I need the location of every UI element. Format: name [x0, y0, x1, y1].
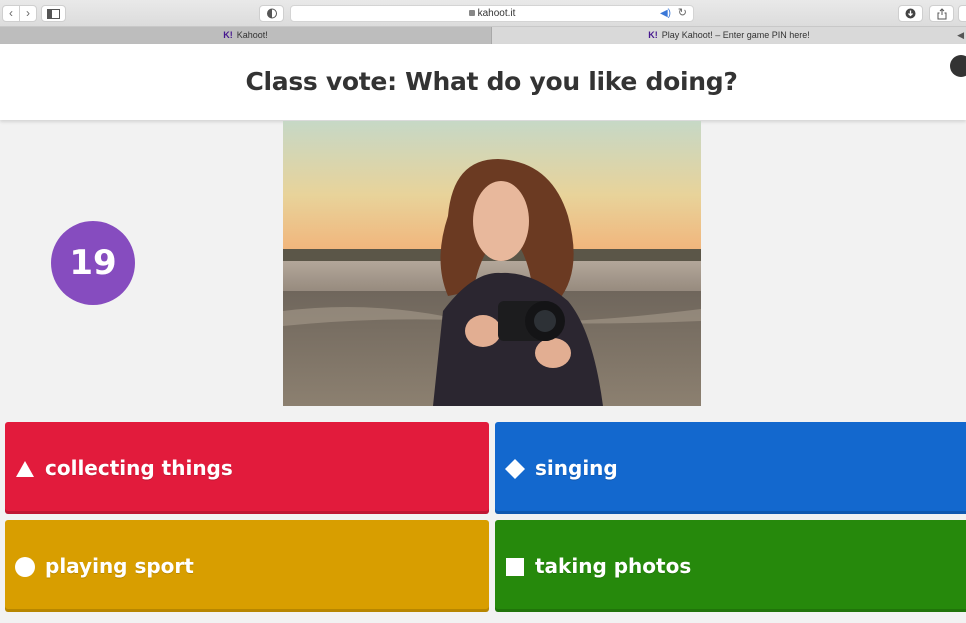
question-header: Class vote: What do you like doing? [0, 44, 966, 120]
chevron-right-icon: › [26, 6, 30, 20]
privacy-report-button[interactable] [259, 5, 284, 22]
lock-icon [468, 10, 475, 17]
answer-red[interactable]: collecting things [5, 422, 489, 514]
address-bar[interactable]: kahoot.it ◀) ↻ [290, 5, 694, 22]
triangle-icon [16, 461, 34, 477]
back-button[interactable]: ‹ [2, 5, 20, 22]
question-title: Class vote: What do you like doing? [245, 67, 738, 96]
toolbar-extra-button[interactable] [958, 5, 966, 22]
question-photo [283, 121, 701, 406]
tab-title: Kahoot! [236, 30, 268, 40]
tab-title: Play Kahoot! – Enter game PIN here! [661, 30, 810, 40]
downloads-button[interactable] [898, 5, 923, 22]
download-icon [905, 8, 916, 19]
tab-bar: K! Kahoot! K! Play Kahoot! – Enter game PI… [0, 27, 966, 44]
player-avatar-icon[interactable] [950, 55, 966, 77]
countdown-timer: 19 [51, 221, 135, 305]
square-icon [506, 558, 524, 576]
answer-label: playing sport [45, 554, 194, 578]
tab-kahoot[interactable]: K! Kahoot! [0, 27, 492, 44]
answer-green[interactable]: taking photos [495, 520, 966, 612]
kahoot-logo-icon: K! [223, 30, 233, 40]
audio-icon[interactable]: ◀) [660, 6, 671, 21]
answer-label: taking photos [535, 554, 692, 578]
browser-toolbar: ‹ › kahoot.it ◀) ↻ [0, 0, 966, 27]
question-image [283, 121, 701, 406]
speaker-icon[interactable]: ◀ [957, 27, 964, 43]
circle-icon [15, 557, 35, 577]
share-icon [937, 8, 946, 20]
share-button[interactable] [929, 5, 954, 22]
reload-icon[interactable]: ↻ [678, 6, 687, 21]
forward-button[interactable]: › [19, 5, 37, 22]
diamond-icon [505, 459, 525, 479]
answer-blue[interactable]: singing [495, 422, 966, 514]
sidebar-toggle-button[interactable] [41, 5, 66, 22]
answer-label: collecting things [45, 456, 233, 480]
shield-icon [266, 8, 277, 19]
tab-play-kahoot[interactable]: K! Play Kahoot! – Enter game PIN here! [492, 27, 966, 44]
answer-yellow[interactable]: playing sport [5, 520, 489, 612]
chevron-left-icon: ‹ [9, 6, 13, 20]
url-text: kahoot.it [477, 8, 516, 19]
kahoot-logo-icon: K! [648, 30, 658, 40]
answer-label: singing [535, 456, 618, 480]
sidebar-icon [47, 9, 60, 19]
